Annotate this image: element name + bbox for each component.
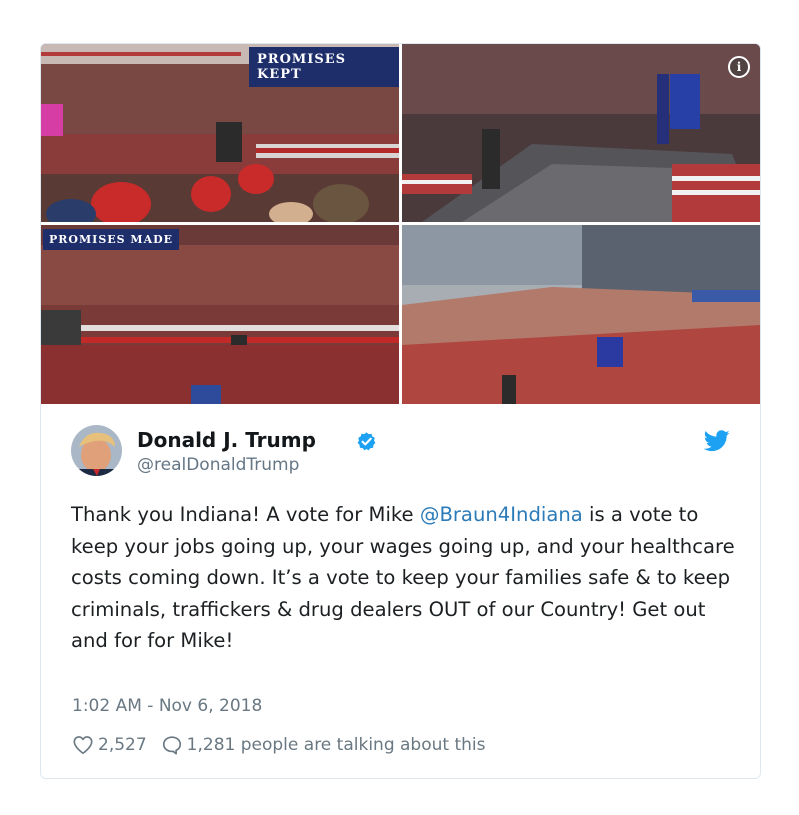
photo-arena-panorama-image	[402, 225, 760, 404]
tweet-text: Thank you Indiana! A vote for Mike @Brau…	[71, 499, 741, 657]
heart-icon[interactable]	[72, 734, 94, 756]
photo-arena-panorama[interactable]	[402, 225, 760, 404]
tweet-actions: 2,527 1,281 people are talking about thi…	[72, 734, 485, 756]
mention-link[interactable]: @Braun4Indiana	[420, 503, 583, 526]
author-handle[interactable]: @realDonaldTrump	[137, 455, 299, 475]
photo-rally-crowd-1[interactable]: PROMISES KEPT	[41, 44, 399, 222]
tweet-card: PROMISES KEPT i PROMISES MADE Donald J. …	[40, 43, 761, 779]
twitter-bird-icon[interactable]	[704, 430, 730, 452]
photo-rally-crowd-2[interactable]: PROMISES MADE	[41, 225, 399, 404]
author-name[interactable]: Donald J. Trump	[137, 428, 316, 452]
info-icon[interactable]: i	[728, 56, 750, 78]
photo-rally-stage-image	[402, 44, 760, 222]
author-avatar[interactable]	[71, 425, 122, 476]
talking-about-link[interactable]: 1,281 people are talking about this	[187, 735, 486, 755]
tweet-timestamp[interactable]: 1:02 AM - Nov 6, 2018	[72, 696, 262, 716]
avatar-portrait-image	[71, 425, 122, 476]
media-grid[interactable]: PROMISES KEPT i PROMISES MADE	[41, 44, 760, 404]
verified-badge-icon	[357, 432, 376, 451]
reply-bubble-icon[interactable]	[161, 734, 183, 756]
like-count[interactable]: 2,527	[98, 735, 147, 755]
photo-rally-crowd-2-image	[41, 225, 399, 404]
promises-kept-banner: PROMISES KEPT	[249, 47, 399, 87]
tweet-text-before: Thank you Indiana! A vote for Mike	[71, 503, 420, 526]
promises-made-banner: PROMISES MADE	[43, 229, 180, 250]
photo-rally-stage[interactable]: i	[402, 44, 760, 222]
